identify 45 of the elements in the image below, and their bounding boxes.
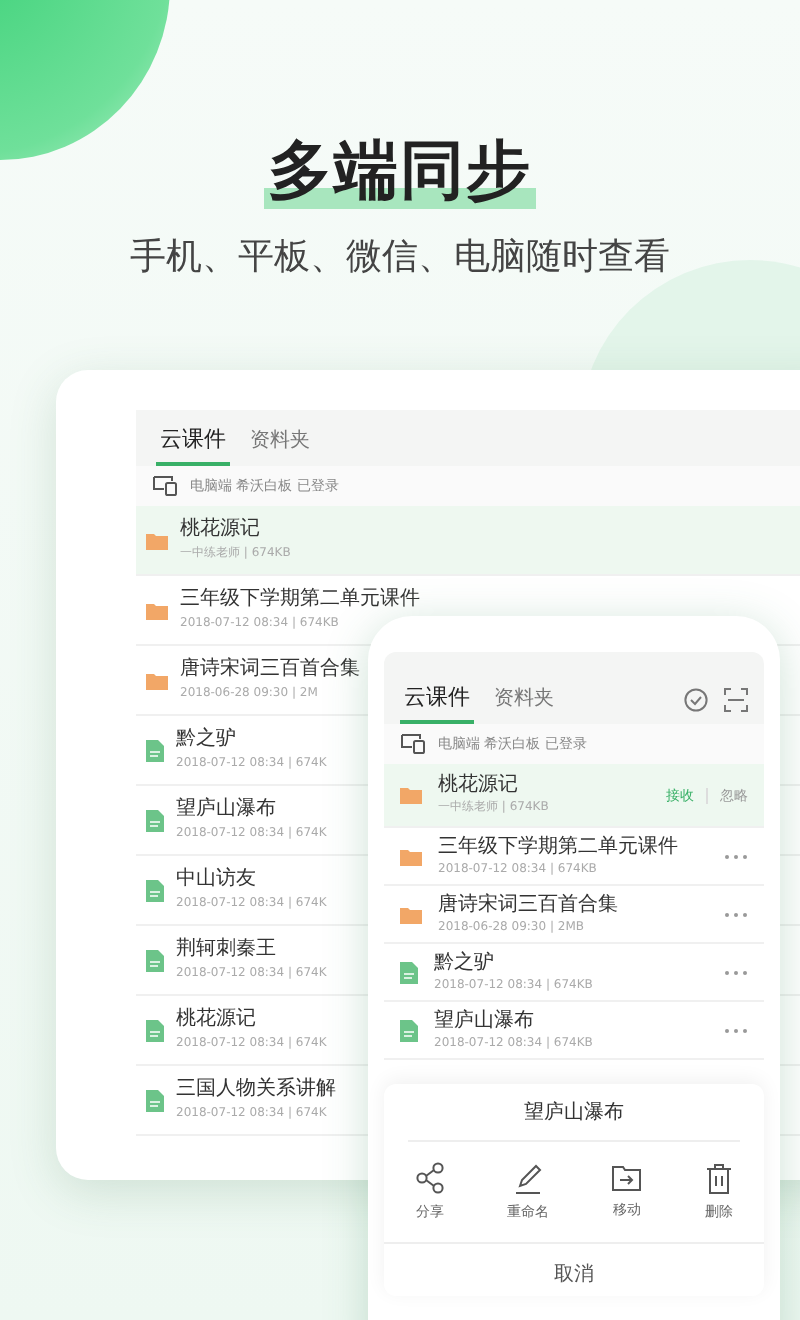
trash-icon	[705, 1163, 732, 1193]
tab[interactable]: 资料夹	[246, 426, 314, 466]
document-icon	[146, 739, 164, 761]
file-name: 望庐山瀑布	[176, 798, 276, 822]
devices-icon	[400, 734, 426, 754]
file-name: 望庐山瀑布	[434, 1009, 534, 1033]
folder-arrow-icon	[611, 1164, 642, 1192]
file-name: 三国人物关系讲解	[176, 1078, 336, 1102]
file-name: 唐诗宋词三百首合集	[438, 893, 618, 917]
cancel-button[interactable]: 取消	[534, 1252, 614, 1296]
document-icon	[146, 1019, 164, 1041]
file-name: 唐诗宋词三百首合集	[180, 658, 360, 682]
share-icon	[415, 1162, 444, 1194]
folder-icon	[146, 671, 168, 689]
more-icon[interactable]	[724, 969, 748, 975]
folder-icon	[146, 601, 168, 619]
file-name: 桃花源记	[180, 518, 260, 542]
tab[interactable]: 资料夹	[490, 684, 558, 724]
devices-icon	[152, 476, 178, 496]
folder-icon	[400, 847, 422, 865]
file-name: 桃花源记	[438, 774, 518, 798]
subtitle: 手机、平板、微信、电脑随时查看	[130, 234, 670, 280]
file-name: 黔之驴	[176, 728, 236, 752]
sheet-title: 望庐山瀑布	[524, 1099, 624, 1126]
document-icon	[146, 809, 164, 831]
more-icon[interactable]	[724, 1027, 748, 1033]
folder-icon	[400, 786, 422, 804]
file-name: 荆轲刺秦王	[176, 938, 276, 962]
folder-icon	[400, 905, 422, 923]
more-icon[interactable]	[724, 911, 748, 917]
check-circle-icon[interactable]	[684, 688, 708, 712]
document-icon	[146, 1089, 164, 1111]
document-icon	[400, 961, 418, 983]
file-name: 桃花源记	[176, 1008, 256, 1032]
document-icon	[400, 1019, 418, 1041]
pencil-icon	[513, 1162, 542, 1194]
file-name: 三年级下学期第二单元课件	[180, 588, 420, 612]
file-name: 三年级下学期第二单元课件	[438, 835, 678, 859]
folder-icon	[146, 531, 168, 549]
more-icon[interactable]	[724, 853, 748, 859]
document-icon	[146, 879, 164, 901]
file-name: 黔之驴	[434, 951, 494, 975]
document-icon	[146, 949, 164, 971]
scan-icon[interactable]	[724, 688, 748, 712]
file-name: 中山访友	[176, 868, 256, 892]
